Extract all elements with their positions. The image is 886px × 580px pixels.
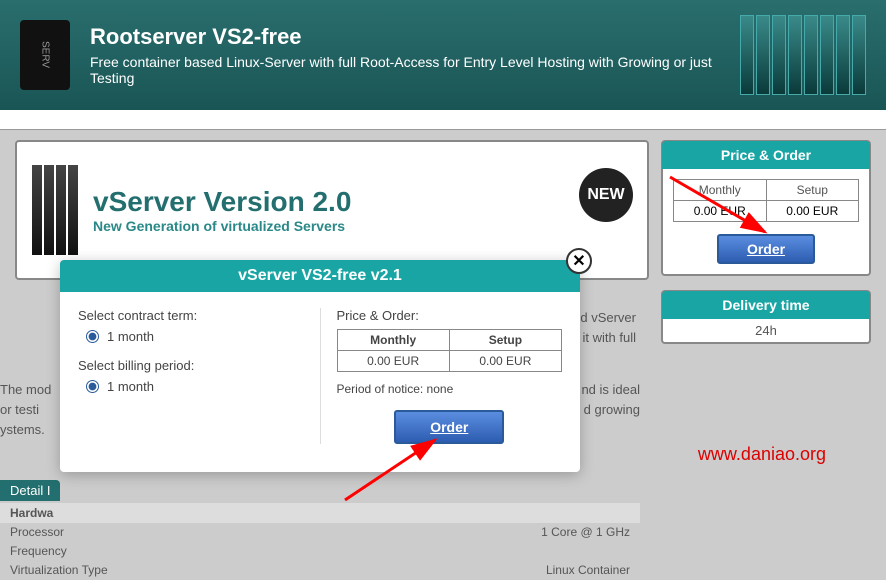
page-title: Rootserver VS2-free <box>90 24 720 50</box>
modal-price-heading: Price & Order: <box>337 308 563 323</box>
hardware-row-frequency: Frequency <box>0 541 640 561</box>
tab-bar <box>0 110 886 130</box>
notice-period: Period of notice: none <box>337 382 563 396</box>
billing-period-label: Select billing period: <box>78 358 304 373</box>
hardware-row-virtualization: Virtualization TypeLinux Container <box>0 560 640 580</box>
delivery-heading: Delivery time <box>662 291 870 319</box>
modal-monthly-value: 0.00 EUR <box>337 351 449 372</box>
order-modal: ✕ vServer VS2-free v2.1 Select contract … <box>60 260 580 472</box>
banner-server-graphic <box>32 165 78 255</box>
server-icon: SERV <box>20 20 70 90</box>
page-header: SERV Rootserver VS2-free Free container … <box>0 0 886 110</box>
price-order-panel: Price & Order Monthly Setup 0.00 EUR 0.0… <box>661 140 871 276</box>
delivery-panel: Delivery time 24h <box>661 290 871 344</box>
modal-price-table: Monthly Setup 0.00 EUR 0.00 EUR <box>337 329 563 372</box>
billing-period-option: 1 month <box>107 379 154 394</box>
setup-value: 0.00 EUR <box>766 201 859 222</box>
price-table: Monthly Setup 0.00 EUR 0.00 EUR <box>673 179 859 222</box>
contract-term-label: Select contract term: <box>78 308 304 323</box>
setup-header: Setup <box>766 180 859 201</box>
monthly-value: 0.00 EUR <box>674 201 767 222</box>
header-server-graphic <box>740 15 866 95</box>
delivery-value: 24h <box>663 319 869 342</box>
modal-order-button[interactable]: Order <box>394 410 504 444</box>
watermark: www.daniao.org <box>698 444 826 465</box>
promo-banner: vServer Version 2.0 New Generation of vi… <box>15 140 649 280</box>
new-badge: NEW <box>579 168 633 222</box>
hardware-row-processor: Processor1 Core @ 1 GHz <box>0 522 640 542</box>
close-icon[interactable]: ✕ <box>566 248 592 274</box>
header-text: Rootserver VS2-free Free container based… <box>90 24 720 86</box>
hardware-heading: Hardwa <box>0 503 640 523</box>
banner-title: vServer Version 2.0 <box>93 186 632 218</box>
banner-subtitle: New Generation of virtualized Servers <box>93 218 632 234</box>
contract-term-option: 1 month <box>107 329 154 344</box>
modal-setup-value: 0.00 EUR <box>449 351 561 372</box>
modal-monthly-header: Monthly <box>337 330 449 351</box>
monthly-header: Monthly <box>674 180 767 201</box>
contract-term-radio[interactable] <box>86 330 99 343</box>
detail-section-heading: Detail I <box>0 480 60 501</box>
price-panel-heading: Price & Order <box>662 141 870 169</box>
modal-title: vServer VS2-free v2.1 <box>60 260 580 292</box>
billing-period-radio[interactable] <box>86 380 99 393</box>
sidebar-order-button[interactable]: Order <box>717 234 815 264</box>
page-subtitle: Free container based Linux-Server with f… <box>90 54 720 86</box>
modal-setup-header: Setup <box>449 330 561 351</box>
